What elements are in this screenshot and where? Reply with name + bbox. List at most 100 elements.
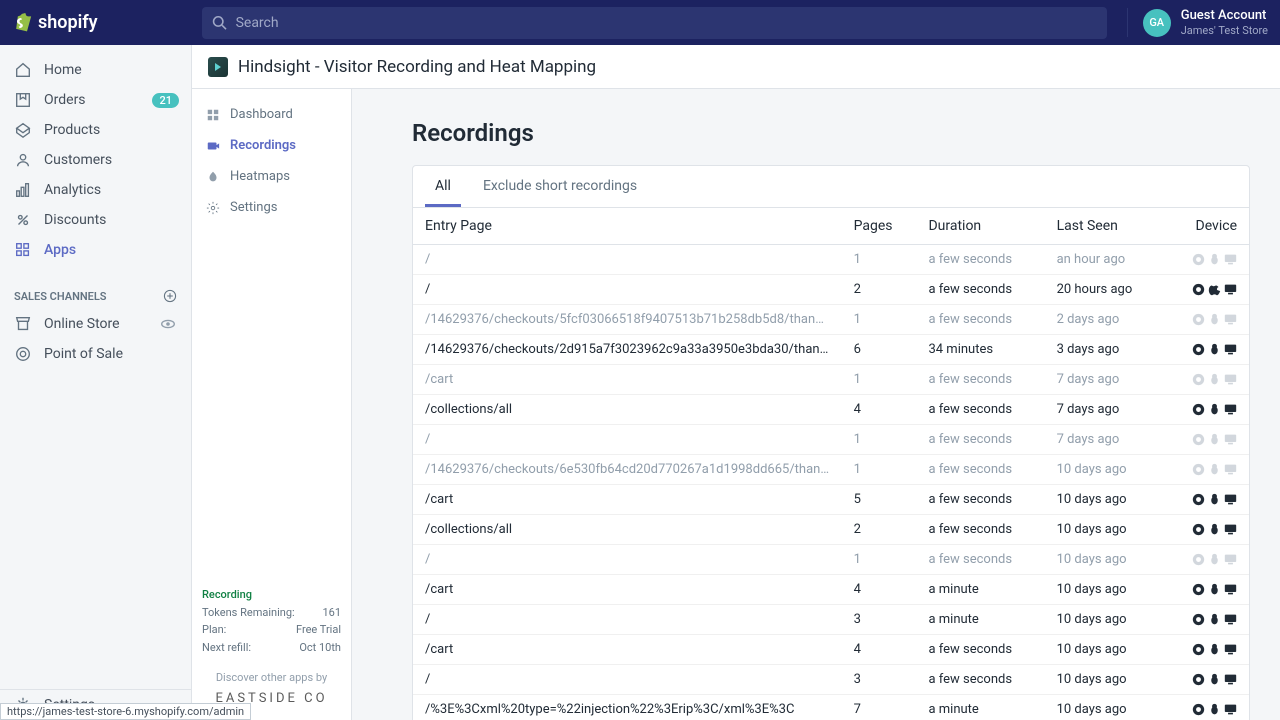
- col-last-seen[interactable]: Last Seen: [1045, 208, 1164, 245]
- duration: a few seconds: [916, 515, 1044, 545]
- last-seen: 10 days ago: [1045, 575, 1164, 605]
- nav-apps[interactable]: Apps: [0, 235, 191, 265]
- last-seen: 10 days ago: [1045, 665, 1164, 695]
- table-row[interactable]: /3a few seconds10 days ago: [413, 665, 1249, 695]
- shopify-bag-icon: [12, 12, 32, 34]
- entry-page: /cart: [413, 635, 842, 665]
- nav-discounts[interactable]: Discounts: [0, 205, 191, 235]
- eye-icon[interactable]: [159, 315, 177, 333]
- device-icons: [1163, 605, 1249, 635]
- shopify-logo[interactable]: shopify: [12, 12, 192, 34]
- heatmaps-icon: [206, 170, 220, 184]
- table-row[interactable]: /cart4a minute10 days ago: [413, 575, 1249, 605]
- search-input[interactable]: [236, 15, 1097, 31]
- entry-page: /: [413, 425, 842, 455]
- subnav-settings[interactable]: Settings: [192, 192, 351, 223]
- nav-orders[interactable]: Orders21: [0, 85, 191, 115]
- table-row[interactable]: /2a few seconds20 hours ago: [413, 275, 1249, 305]
- col-duration[interactable]: Duration: [916, 208, 1044, 245]
- pages-count: 2: [842, 515, 917, 545]
- device-icons: [1163, 335, 1249, 365]
- pages-count: 3: [842, 605, 917, 635]
- home-icon: [14, 61, 32, 79]
- duration: a few seconds: [916, 635, 1044, 665]
- last-seen: 2 days ago: [1045, 305, 1164, 335]
- pages-count: 1: [842, 425, 917, 455]
- duration: a few seconds: [916, 665, 1044, 695]
- table-row[interactable]: /14629376/checkouts/6e530fb64cd20d770267…: [413, 455, 1249, 485]
- channel-point-of-sale[interactable]: Point of Sale: [0, 339, 191, 369]
- col-device[interactable]: Device: [1163, 208, 1249, 245]
- app-bar: Hindsight - Visitor Recording and Heat M…: [192, 45, 1280, 89]
- subnav-heatmaps[interactable]: Heatmaps: [192, 161, 351, 192]
- device-icons: [1163, 635, 1249, 665]
- last-seen: 10 days ago: [1045, 515, 1164, 545]
- duration: a few seconds: [916, 305, 1044, 335]
- duration: a few seconds: [916, 245, 1044, 275]
- last-seen: 10 days ago: [1045, 545, 1164, 575]
- device-icons: [1163, 575, 1249, 605]
- main-sidebar: HomeOrders21ProductsCustomersAnalyticsDi…: [0, 45, 192, 720]
- nav-analytics[interactable]: Analytics: [0, 175, 191, 205]
- duration: a minute: [916, 695, 1044, 720]
- search-wrap: [202, 7, 1107, 39]
- table-row[interactable]: /14629376/checkouts/2d915a7f3023962c9a33…: [413, 335, 1249, 365]
- col-entry-page[interactable]: Entry Page: [413, 208, 842, 245]
- entry-page: /: [413, 245, 842, 275]
- subnav-dashboard[interactable]: Dashboard: [192, 99, 351, 130]
- duration: a few seconds: [916, 485, 1044, 515]
- table-row[interactable]: /collections/all2a few seconds10 days ag…: [413, 515, 1249, 545]
- table-row[interactable]: /14629376/checkouts/5fcf03066518f9407513…: [413, 305, 1249, 335]
- device-icons: [1163, 365, 1249, 395]
- dashboard-icon: [206, 108, 220, 122]
- device-icons: [1163, 245, 1249, 275]
- tab-exclude-short-recordings[interactable]: Exclude short recordings: [473, 166, 647, 207]
- pos-icon: [14, 345, 32, 363]
- table-row[interactable]: /3a minute10 days ago: [413, 605, 1249, 635]
- duration: 34 minutes: [916, 335, 1044, 365]
- channel-online-store[interactable]: Online Store: [0, 309, 191, 339]
- entry-page: /collections/all: [413, 515, 842, 545]
- table-row[interactable]: /1a few seconds7 days ago: [413, 425, 1249, 455]
- last-seen: 10 days ago: [1045, 605, 1164, 635]
- col-pages[interactable]: Pages: [842, 208, 917, 245]
- account-menu[interactable]: GA Guest Account James' Test Store: [1127, 8, 1268, 37]
- entry-page: /%3E%3Cxml%20type=%22injection%22%3Erip%…: [413, 695, 842, 720]
- duration: a few seconds: [916, 455, 1044, 485]
- pages-count: 4: [842, 575, 917, 605]
- device-icons: [1163, 305, 1249, 335]
- pages-count: 1: [842, 365, 917, 395]
- device-icons: [1163, 695, 1249, 720]
- table-row[interactable]: /cart4a few seconds10 days ago: [413, 635, 1249, 665]
- discounts-icon: [14, 211, 32, 229]
- nav-home[interactable]: Home: [0, 55, 191, 85]
- last-seen: 7 days ago: [1045, 425, 1164, 455]
- tab-all[interactable]: All: [425, 166, 461, 207]
- browser-statusbar: https://james-test-store-6.myshopify.com…: [0, 703, 251, 720]
- nav-customers[interactable]: Customers: [0, 145, 191, 175]
- pages-count: 1: [842, 305, 917, 335]
- device-icons: [1163, 515, 1249, 545]
- search-bar[interactable]: [202, 7, 1107, 39]
- device-icons: [1163, 275, 1249, 305]
- device-icons: [1163, 395, 1249, 425]
- last-seen: 7 days ago: [1045, 365, 1164, 395]
- tabs: All Exclude short recordings: [413, 166, 1249, 208]
- add-channel-icon[interactable]: [163, 289, 177, 303]
- duration: a few seconds: [916, 275, 1044, 305]
- table-row[interactable]: /collections/all4a few seconds7 days ago: [413, 395, 1249, 425]
- entry-page: /cart: [413, 365, 842, 395]
- sales-channels-heading: SALES CHANNELS: [0, 275, 191, 309]
- table-row[interactable]: /%3E%3Cxml%20type=%22injection%22%3Erip%…: [413, 695, 1249, 720]
- table-row[interactable]: /1a few seconds10 days ago: [413, 545, 1249, 575]
- app-title: Hindsight - Visitor Recording and Heat M…: [238, 57, 596, 77]
- table-row[interactable]: /1a few secondsan hour ago: [413, 245, 1249, 275]
- subnav-recordings[interactable]: Recordings: [192, 130, 351, 161]
- nav-products[interactable]: Products: [0, 115, 191, 145]
- entry-page: /: [413, 545, 842, 575]
- entry-page: /14629376/checkouts/2d915a7f3023962c9a33…: [413, 335, 842, 365]
- badge: 21: [152, 93, 179, 108]
- pages-count: 1: [842, 455, 917, 485]
- table-row[interactable]: /cart1a few seconds7 days ago: [413, 365, 1249, 395]
- table-row[interactable]: /cart5a few seconds10 days ago: [413, 485, 1249, 515]
